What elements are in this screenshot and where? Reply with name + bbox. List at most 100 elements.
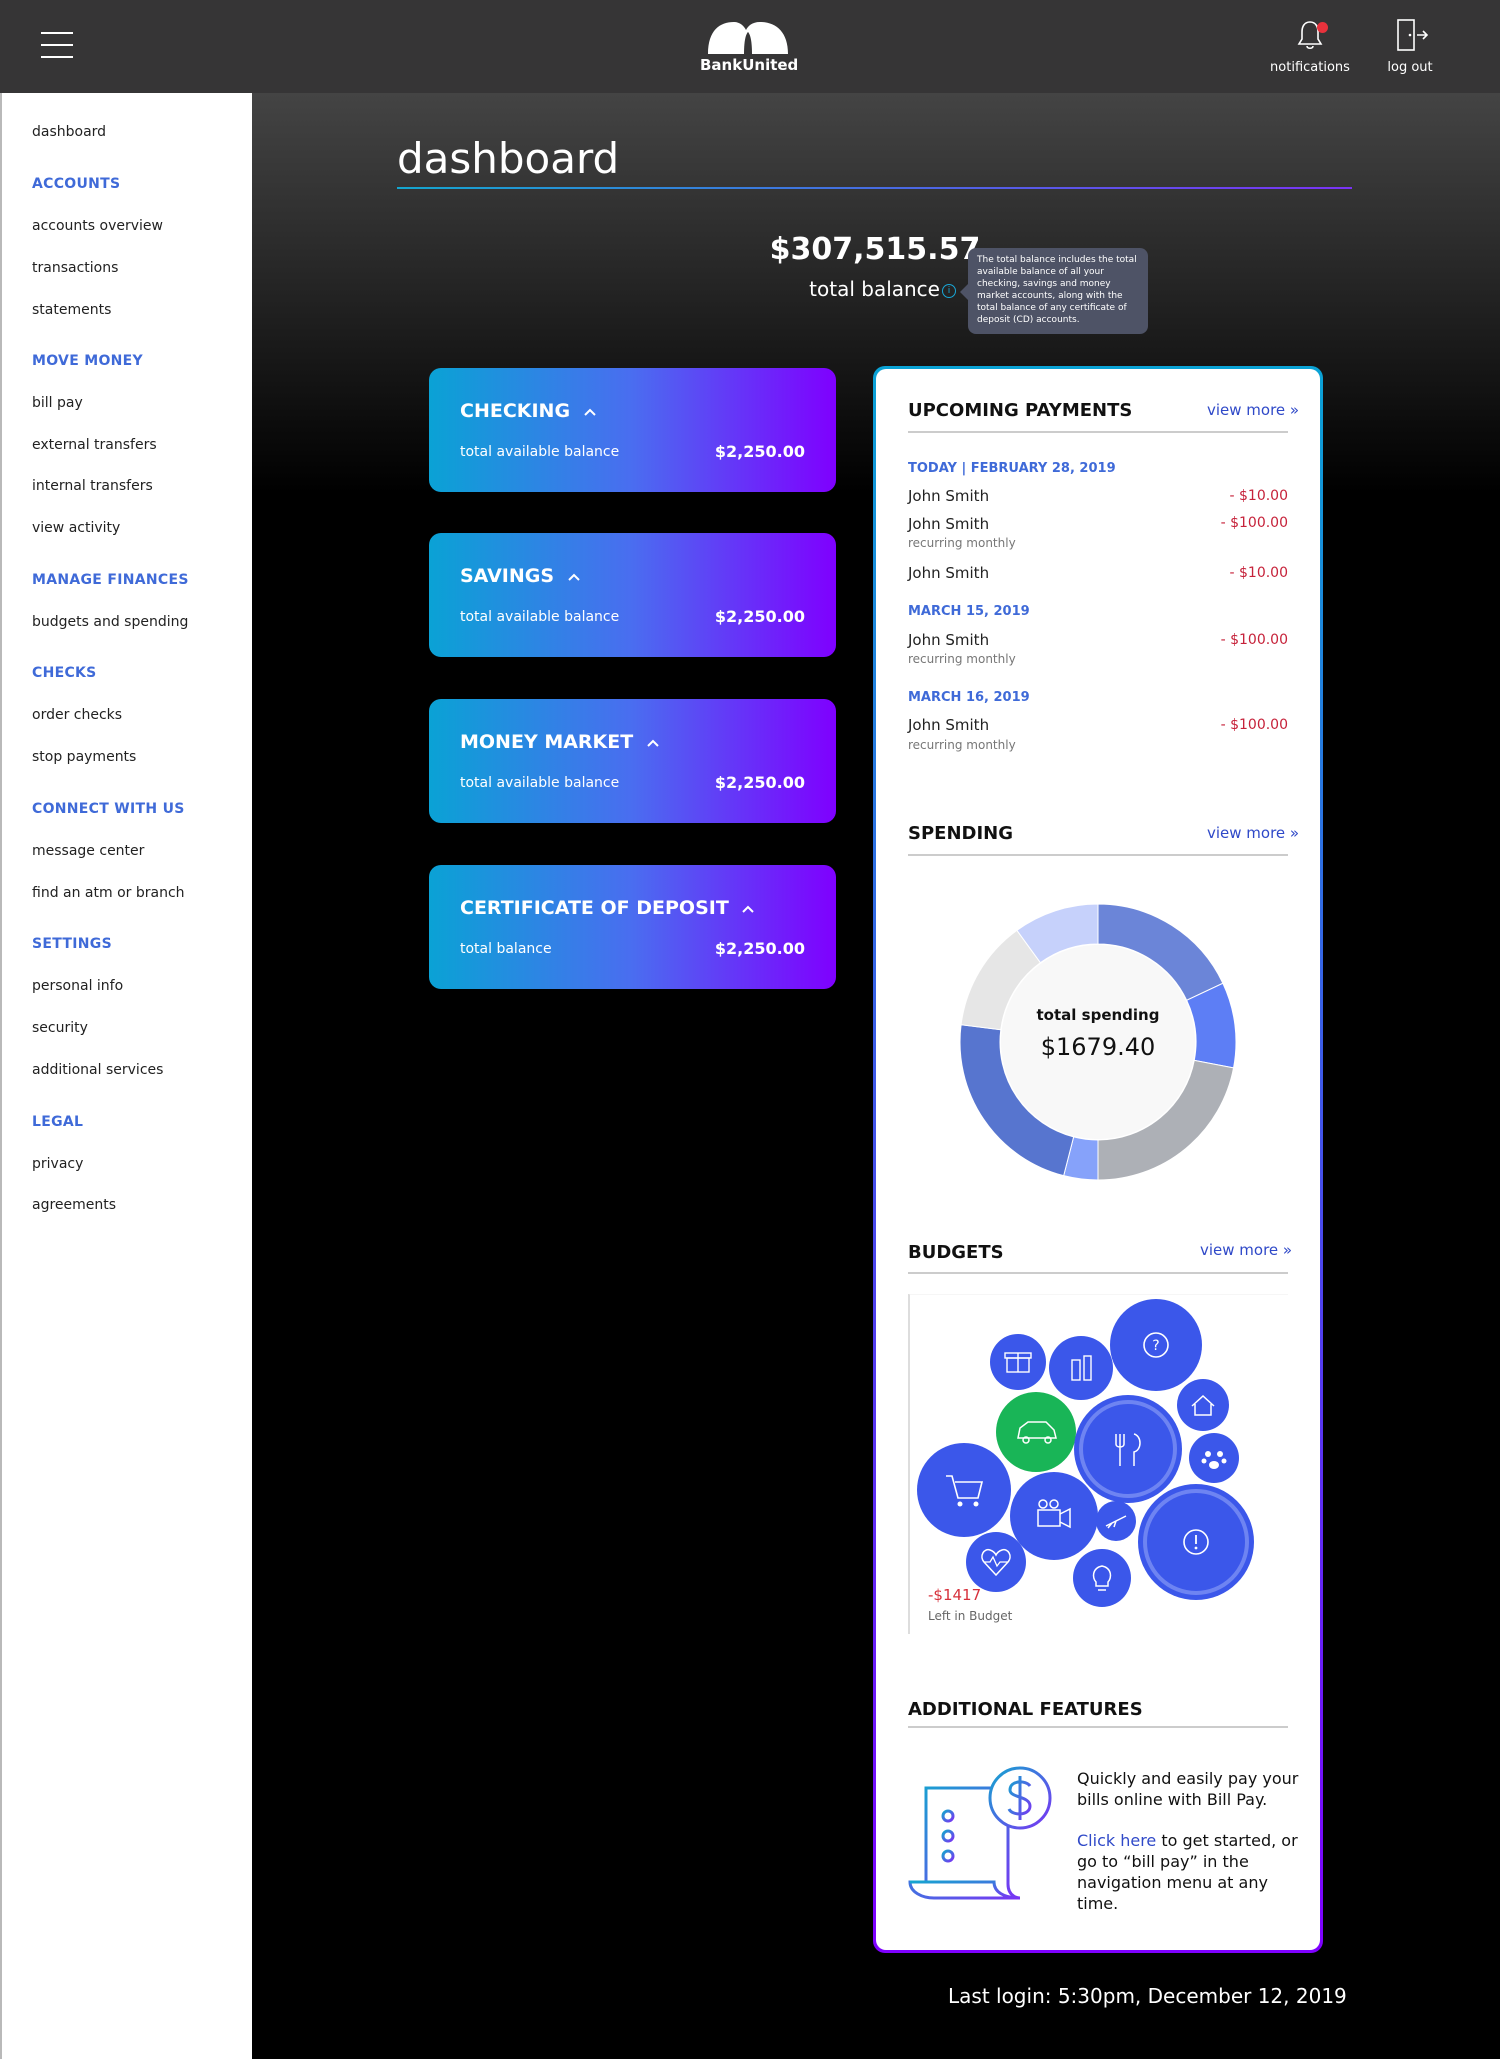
logout-label: log out	[1387, 60, 1433, 75]
account-sub-label: total available balance	[460, 609, 620, 625]
notifications-button[interactable]: notifications	[1265, 18, 1355, 75]
sidebar-item-stop-payments[interactable]: stop payments	[32, 749, 136, 765]
upcoming-view-more-link[interactable]: view more »	[1207, 401, 1299, 419]
payment-amount: - $10.00	[1229, 488, 1289, 504]
notifications-label: notifications	[1270, 60, 1350, 75]
upcoming-payments-title: UPCOMING PAYMENTS	[908, 400, 1133, 421]
sidebar-heading-legal: LEGAL	[32, 1114, 84, 1130]
balance-tooltip: The total balance includes the total ava…	[960, 248, 1148, 334]
sidebar-item-budgets-and-spending[interactable]: budgets and spending	[32, 614, 188, 630]
sidebar-item-bill-pay[interactable]: bill pay	[32, 395, 83, 411]
spending-view-more-link[interactable]: view more »	[1207, 824, 1299, 842]
svg-text:?: ?	[1152, 1338, 1159, 1354]
sidebar-item-view-activity[interactable]: view activity	[32, 520, 120, 536]
left-in-budget-amount: -$1417	[928, 1586, 982, 1604]
chevron-up-icon[interactable]	[567, 572, 581, 582]
gift-icon[interactable]	[990, 1334, 1046, 1390]
bill-pay-description: Quickly and easily pay your bills online…	[1077, 1769, 1299, 1809]
payment-date: MARCH 16, 2019	[908, 690, 1030, 705]
dining-icon[interactable]	[1074, 1395, 1182, 1503]
sidebar-item-agreements[interactable]: agreements	[32, 1197, 116, 1213]
chevron-up-icon[interactable]	[583, 407, 597, 417]
health-icon[interactable]	[966, 1532, 1026, 1592]
account-amount: $2,250.00	[714, 939, 805, 958]
menu-icon[interactable]	[41, 32, 73, 58]
account-card-savings[interactable]: SAVINGS total available balance $2,250.0…	[429, 533, 836, 657]
sidebar-item-personal-info[interactable]: personal info	[32, 978, 123, 994]
total-spending-amount: $1679.40	[1040, 1033, 1156, 1061]
account-sub-label: total available balance	[460, 444, 620, 460]
sidebar-heading-settings: SETTINGS	[32, 936, 112, 952]
video-camera-icon[interactable]	[1010, 1472, 1098, 1560]
page-title: dashboard	[397, 134, 620, 183]
pet-icon[interactable]	[1189, 1433, 1239, 1483]
budget-bubble-chart[interactable]: ?	[908, 1294, 1308, 1634]
sidebar-item-dashboard[interactable]: dashboard	[32, 124, 106, 140]
account-card-cd[interactable]: CERTIFICATE OF DEPOSIT total balance $2,…	[429, 865, 836, 989]
bill-pay-instructions: Click here to get started, or go to “bil…	[1077, 1830, 1302, 1914]
spending-title: SPENDING	[908, 823, 1013, 844]
toiletries-icon[interactable]	[1049, 1336, 1113, 1400]
chevron-up-icon[interactable]	[741, 904, 755, 914]
payee-name: John Smith	[908, 716, 990, 734]
total-balance-label: total balance	[809, 277, 940, 301]
sidebar-item-accounts-overview[interactable]: accounts overview	[32, 218, 163, 234]
account-name: SAVINGS	[460, 565, 555, 587]
bank-logo[interactable]: BankUnited	[700, 20, 799, 76]
payment-recurrence: recurring monthly	[908, 652, 1016, 666]
brand-name: BankUnited	[700, 56, 799, 74]
payment-amount: - $100.00	[1220, 717, 1288, 733]
summary-panel: UPCOMING PAYMENTS view more » TODAY | FE…	[873, 366, 1323, 1953]
budgets-title: BUDGETS	[908, 1242, 1004, 1263]
sidebar-item-order-checks[interactable]: order checks	[32, 707, 122, 723]
account-card-money-market[interactable]: MONEY MARKET total available balance $2,…	[429, 699, 836, 823]
payment-amount: - $100.00	[1220, 515, 1288, 531]
sidebar-heading-connect: CONNECT WITH US	[32, 801, 185, 817]
shopping-cart-icon[interactable]	[917, 1443, 1011, 1537]
sidebar-item-external-transfers[interactable]: external transfers	[32, 437, 157, 453]
sidebar-item-internal-transfers[interactable]: internal transfers	[32, 478, 153, 494]
sidebar-item-additional-services[interactable]: additional services	[32, 1062, 163, 1078]
sidebar-heading-manage-finances: MANAGE FINANCES	[32, 572, 189, 588]
payee-name: John Smith	[908, 564, 990, 582]
payee-name: John Smith	[908, 515, 990, 533]
sidebar-nav: dashboard ACCOUNTS accounts overview tra…	[0, 93, 252, 2059]
account-card-checking[interactable]: CHECKING total available balance $2,250.…	[429, 368, 836, 492]
top-bar: BankUnited notifications log out	[0, 0, 1500, 93]
click-here-link[interactable]: Click here	[1077, 1831, 1156, 1850]
payee-name: John Smith	[908, 487, 990, 505]
payee-name: John Smith	[908, 631, 990, 649]
account-name: CERTIFICATE OF DEPOSIT	[460, 897, 729, 919]
account-amount: $2,250.00	[714, 607, 805, 626]
chevron-up-icon[interactable]	[646, 738, 660, 748]
sidebar-heading-checks: CHECKS	[32, 665, 97, 681]
notification-badge	[1317, 22, 1328, 33]
account-sub-label: total balance	[460, 941, 552, 957]
sidebar-item-transactions[interactable]: transactions	[32, 260, 118, 276]
bill-pay-illustration-icon	[908, 1766, 1052, 1900]
logout-door-icon	[1397, 19, 1429, 51]
logout-button[interactable]: log out	[1375, 18, 1445, 75]
payment-amount: - $10.00	[1229, 565, 1289, 581]
sidebar-item-find-atm[interactable]: find an atm or branch	[32, 885, 185, 901]
alert-icon[interactable]	[1138, 1484, 1254, 1600]
utilities-icon[interactable]	[1073, 1549, 1131, 1607]
sidebar-item-message-center[interactable]: message center	[32, 843, 144, 859]
account-amount: $2,250.00	[714, 442, 805, 461]
budgets-view-more-link[interactable]: view more »	[1200, 1241, 1292, 1259]
payment-date: MARCH 15, 2019	[908, 604, 1030, 619]
total-spending-label: total spending	[1036, 1006, 1160, 1024]
logo-arch-icon	[708, 22, 788, 54]
help-icon[interactable]: ?	[1110, 1299, 1202, 1391]
sidebar-item-statements[interactable]: statements	[32, 302, 111, 318]
travel-icon[interactable]	[1096, 1501, 1136, 1541]
payment-recurrence: recurring monthly	[908, 738, 1016, 752]
last-login-text: Last login: 5:30pm, December 12, 2019	[948, 1984, 1347, 2008]
sidebar-item-security[interactable]: security	[32, 1020, 88, 1036]
home-icon[interactable]	[1177, 1379, 1229, 1431]
info-icon[interactable]: i	[942, 284, 956, 298]
sidebar-heading-move-money: MOVE MONEY	[32, 353, 143, 369]
car-icon[interactable]	[996, 1392, 1076, 1472]
payment-amount: - $100.00	[1220, 632, 1288, 648]
sidebar-item-privacy[interactable]: privacy	[32, 1156, 83, 1172]
